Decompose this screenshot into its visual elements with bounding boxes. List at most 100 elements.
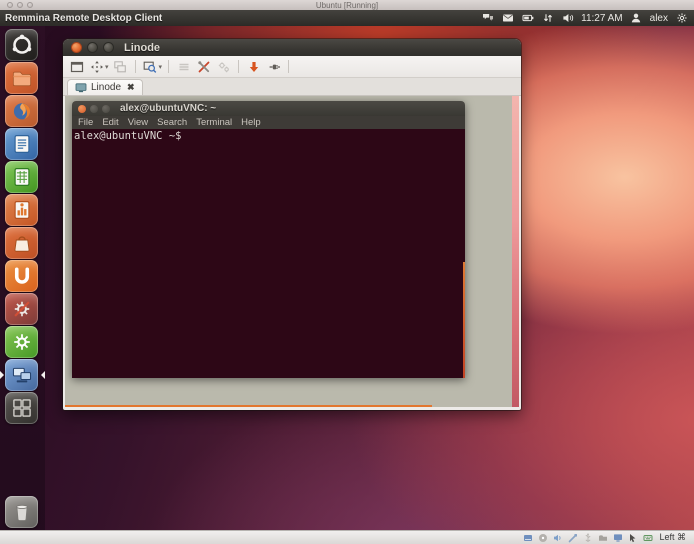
messaging-menu-icon[interactable] [481,12,494,24]
launcher-item-home-folder[interactable] [5,62,38,94]
terminal-menu-view[interactable]: View [128,117,148,128]
mail-icon[interactable] [501,12,514,24]
username-label[interactable]: alex [650,13,668,24]
sound-icon[interactable] [561,12,574,24]
shared-folders-icon[interactable] [597,532,608,543]
ubuntu-one-icon [10,264,34,288]
remmina-tabbar: Linode ✖ [63,78,521,96]
close-button[interactable] [71,42,82,53]
terminal-window-controls [78,105,110,113]
host-window-titlebar: Ubuntu [Running] [0,0,694,10]
toolbar-separator [288,60,289,73]
appmenu-title[interactable]: Remmina Remote Desktop Client [5,13,162,24]
harddisk-icon[interactable] [522,532,533,543]
terminal-menu-file[interactable]: File [78,117,93,128]
workspace-switcher-icon [10,396,34,420]
window-title: Linode [124,42,160,54]
minimize-to-tray-button[interactable] [244,58,263,75]
toolbar-separator [135,60,136,73]
maximize-button[interactable] [103,42,114,53]
mouse-integration-icon[interactable] [627,532,638,543]
user-icon [630,12,643,24]
fit-window-button[interactable] [87,58,106,75]
launcher-item-system-settings[interactable] [5,293,38,325]
terminal-edge-line [463,262,465,378]
desktop-wallpaper: Linode ▾▾ Linode ✖ [0,26,694,530]
launcher-item-libreoffice-writer[interactable] [5,128,38,160]
terminal-menu-edit[interactable]: Edit [102,117,118,128]
launcher-item-trash[interactable] [5,496,38,528]
system-settings-icon [10,297,34,321]
update-manager-icon [10,330,34,354]
focused-indicator-arrow [41,371,45,379]
remmina-icon [10,363,34,387]
libreoffice-calc-icon [10,165,34,189]
battery-icon[interactable] [521,12,534,24]
network-icon[interactable] [567,532,578,543]
terminal-menu-help[interactable]: Help [241,117,261,128]
panel-indicators [481,12,574,24]
grab-keyboard-button[interactable] [174,58,193,75]
terminal-titlebar[interactable]: alex@ubuntuVNC: ~ [72,101,465,116]
trash-icon [10,500,34,524]
scaled-mode-button[interactable] [111,58,130,75]
tab-screen-icon [75,83,87,93]
dash-home-icon [10,33,34,57]
toggle-fullscreen-button[interactable] [67,58,86,75]
launcher-item-libreoffice-impress[interactable] [5,194,38,226]
terminal-body[interactable]: alex@ubuntuVNC ~$ [72,129,465,378]
libreoffice-writer-icon [10,132,34,156]
tab-label: Linode [91,82,121,93]
vbox-statusbar: Left ⌘ [0,530,694,544]
remmina-titlebar[interactable]: Linode [63,39,521,56]
terminal-minimize-button[interactable] [90,105,98,113]
disconnect-button[interactable] [264,58,283,75]
remmina-toolbar: ▾▾ [63,56,521,78]
terminal-menubar: File Edit View Search Terminal Help [72,116,465,129]
keyboard-icon[interactable] [642,532,653,543]
optical-drive-icon[interactable] [537,532,548,543]
clock[interactable]: 11:27 AM [581,13,623,24]
terminal-title: alex@ubuntuVNC: ~ [120,103,216,114]
usb-icon[interactable] [582,532,593,543]
display-icon[interactable] [612,532,623,543]
minimize-button[interactable] [87,42,98,53]
tools-button[interactable] [194,58,213,75]
launcher-item-dash-home[interactable] [5,29,38,61]
remmina-window: Linode ▾▾ Linode ✖ [63,39,521,410]
vnc-viewport[interactable]: alex@ubuntuVNC: ~ File Edit View Search Term… [65,96,519,407]
dropdown-caret-icon[interactable]: ▾ [159,63,163,71]
audio-icon[interactable] [552,532,563,543]
terminal-window: alex@ubuntuVNC: ~ File Edit View Search Term… [72,101,465,378]
screenshot-button[interactable] [141,58,160,75]
session-gear-icon[interactable] [675,12,688,24]
terminal-menu-search[interactable]: Search [157,117,187,128]
virtualbox-screen: Ubuntu [Running] Remmina Remote Desktop … [0,0,694,544]
running-indicator-arrow [0,371,4,379]
terminal-menu-terminal[interactable]: Terminal [196,117,232,128]
software-center-icon [10,231,34,255]
libreoffice-impress-icon [10,198,34,222]
launcher-item-software-center[interactable] [5,227,38,259]
connection-tab[interactable]: Linode ✖ [67,79,143,95]
launcher-item-remmina[interactable] [5,359,38,391]
launcher-item-ubuntu-one[interactable] [5,260,38,292]
tab-close-icon[interactable]: ✖ [127,82,135,93]
terminal-maximize-button[interactable] [102,105,110,113]
home-folder-icon [10,66,34,90]
vnc-bottom-edge-line [65,405,432,407]
launcher-item-update-manager[interactable] [5,326,38,358]
terminal-close-button[interactable] [78,105,86,113]
shell-prompt: alex@ubuntuVNC ~$ [74,130,181,142]
vbox-status-icons [522,532,653,543]
firefox-icon [10,99,34,123]
settings-button[interactable] [214,58,233,75]
network-sync-icon[interactable] [541,12,554,24]
indicator-area: 11:27 AM alex [481,12,688,24]
window-controls [71,42,114,53]
launcher-item-libreoffice-calc[interactable] [5,161,38,193]
host-key-label: Left ⌘ [659,532,686,543]
launcher-item-firefox[interactable] [5,95,38,127]
launcher-item-workspace-switcher[interactable] [5,392,38,424]
dropdown-caret-icon[interactable]: ▾ [105,63,109,71]
